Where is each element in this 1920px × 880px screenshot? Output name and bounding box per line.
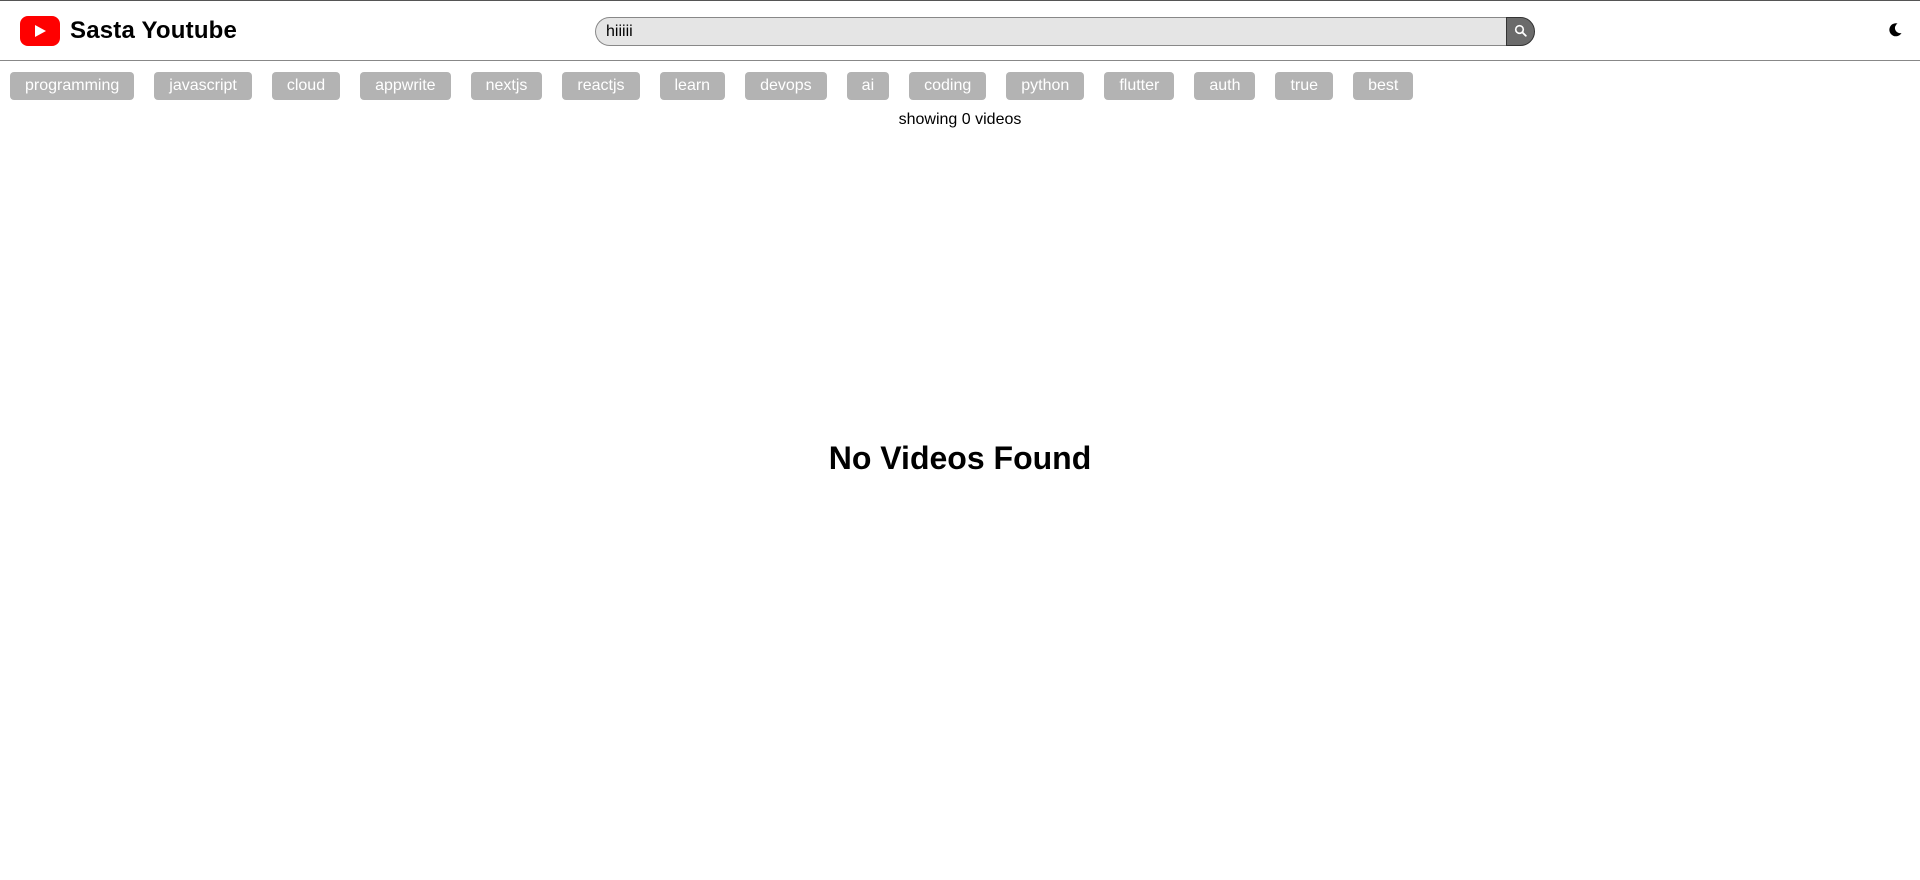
tag-chip[interactable]: devops <box>745 72 827 100</box>
top-navbar: Sasta Youtube <box>0 0 1920 61</box>
moon-icon <box>1887 22 1903 43</box>
search-icon <box>1514 24 1527 40</box>
tag-chip[interactable]: ai <box>846 72 890 100</box>
video-count-text: showing 0 videos <box>898 111 1022 128</box>
app-title: Sasta Youtube <box>70 17 238 44</box>
tag-chip[interactable]: appwrite <box>360 72 451 100</box>
empty-state-message: No Videos Found <box>828 440 1092 476</box>
tag-chip[interactable]: programming <box>10 72 135 100</box>
search-bar <box>595 17 1535 46</box>
search-input[interactable] <box>595 17 1506 46</box>
theme-toggle-button[interactable] <box>1884 21 1906 43</box>
tag-chip[interactable]: python <box>1006 72 1085 100</box>
tag-chip[interactable]: learn <box>659 72 726 100</box>
tag-chip[interactable]: auth <box>1194 72 1256 100</box>
search-button[interactable] <box>1506 17 1535 46</box>
tag-chip[interactable]: flutter <box>1104 72 1175 100</box>
tag-chip[interactable]: nextjs <box>470 72 543 100</box>
tag-chip[interactable]: best <box>1353 72 1414 100</box>
tag-chip[interactable]: true <box>1275 72 1334 100</box>
tag-chip[interactable]: cloud <box>271 72 341 100</box>
tag-chip[interactable]: coding <box>909 72 987 100</box>
tag-filter-bar: programming javascript cloud appwrite ne… <box>10 72 1414 100</box>
tag-chip[interactable]: reactjs <box>562 72 640 100</box>
brand[interactable]: Sasta Youtube <box>20 16 237 46</box>
youtube-play-icon <box>20 16 60 46</box>
tag-chip[interactable]: javascript <box>154 72 252 100</box>
